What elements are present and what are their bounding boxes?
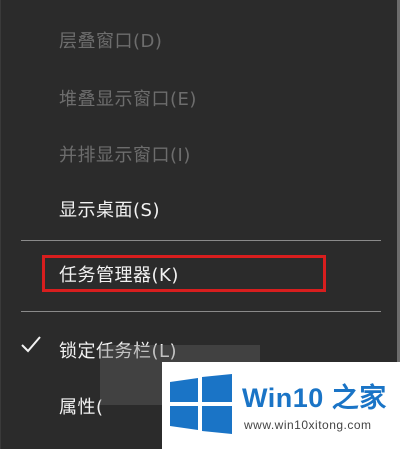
checkmark-icon [21,336,41,353]
menu-separator [21,240,381,241]
watermark-brand: Win10 之家 [242,383,387,413]
menu-separator [21,311,381,312]
windows-logo-icon [170,374,232,434]
menu-item-side-by-side-windows: 并排显示窗口(I) [59,145,191,166]
menu-item-cascade-windows: 层叠窗口(D) [59,31,163,52]
menu-item-properties[interactable]: 属性( [59,393,104,419]
watermark-url: www.win10xitong.com [244,418,372,432]
menu-item-show-desktop[interactable]: 显示桌面(S) [59,196,160,222]
menu-item-stack-windows: 堆叠显示窗口(E) [59,89,197,110]
menu-item-task-manager[interactable]: 任务管理器(K) [59,261,179,287]
watermark: Win10 之家 www.win10xitong.com [162,362,400,449]
